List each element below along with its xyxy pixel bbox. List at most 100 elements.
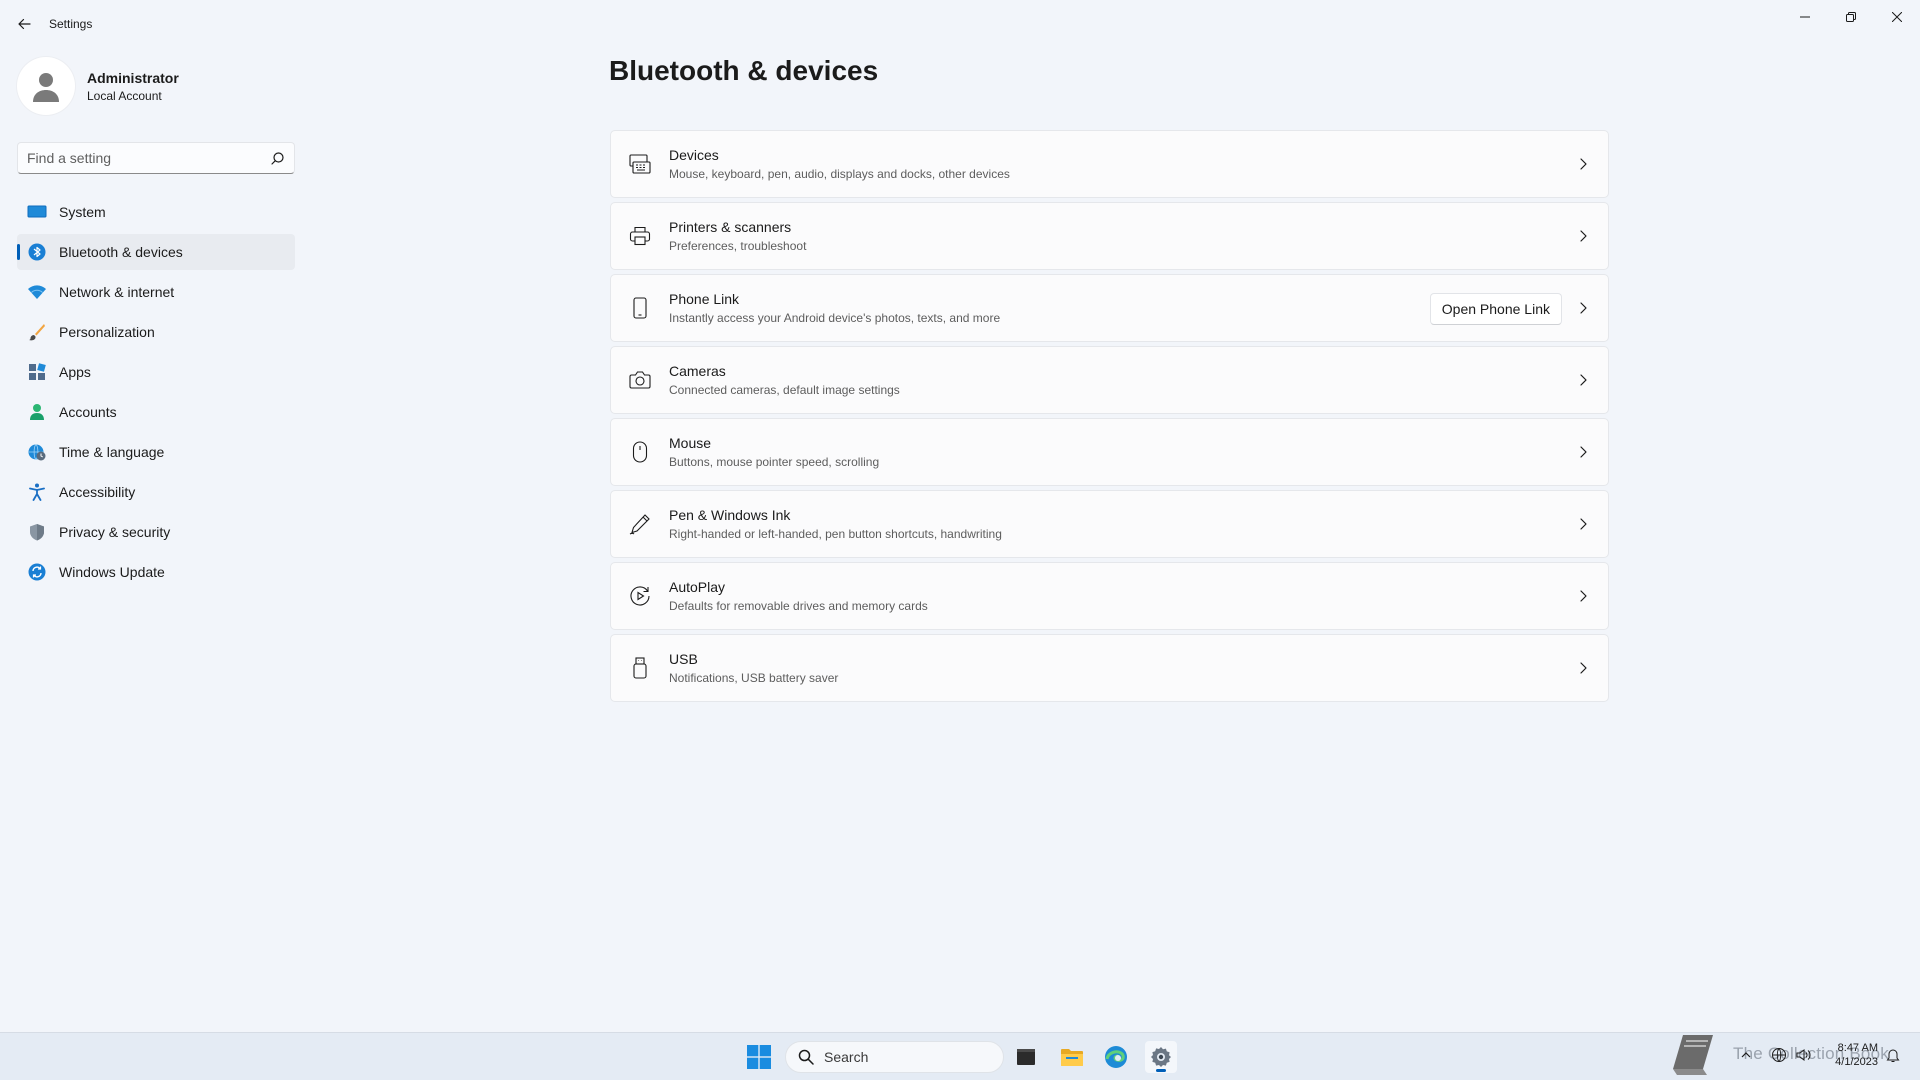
sidebar-item-accessibility[interactable]: Accessibility — [17, 474, 295, 510]
running-indicator — [1156, 1069, 1166, 1072]
pen-icon — [628, 512, 652, 536]
volume-icon[interactable] — [1795, 1047, 1811, 1063]
sidebar-item-time-language[interactable]: Time & language — [17, 434, 295, 470]
sidebar-item-label: Network & internet — [59, 284, 175, 300]
devices-icon — [628, 152, 652, 176]
card-devices[interactable]: Devices Mouse, keyboard, pen, audio, dis… — [610, 130, 1609, 198]
start-icon — [747, 1045, 771, 1069]
card-phone-link[interactable]: Phone Link Instantly access your Android… — [610, 274, 1609, 342]
sidebar-item-label: Time & language — [59, 444, 165, 460]
chevron-right-icon — [1580, 158, 1587, 170]
card-autoplay[interactable]: AutoPlay Defaults for removable drives a… — [610, 562, 1609, 630]
shield-icon — [27, 522, 47, 542]
chevron-right-icon — [1580, 302, 1587, 314]
window-title: Settings — [49, 17, 93, 31]
close-icon — [1892, 12, 1902, 22]
card-title: Mouse — [669, 435, 712, 451]
sidebar-item-apps[interactable]: Apps — [17, 354, 295, 390]
update-icon — [27, 562, 47, 582]
taskbar-terminal[interactable] — [1010, 1041, 1042, 1073]
chevron-right-icon — [1580, 518, 1587, 530]
taskbar-file-explorer[interactable] — [1056, 1041, 1088, 1073]
card-title: Devices — [669, 147, 719, 163]
chevron-right-icon — [1580, 374, 1587, 386]
start-button[interactable] — [747, 1045, 771, 1069]
back-button[interactable] — [12, 12, 36, 36]
sidebar-item-personalization[interactable]: Personalization — [17, 314, 295, 350]
sidebar-item-label: Apps — [59, 364, 91, 380]
sidebar-item-network-internet[interactable]: Network & internet — [17, 274, 295, 310]
card-description: Mouse, keyboard, pen, audio, displays an… — [669, 167, 1010, 181]
sidebar-item-label: Personalization — [59, 324, 155, 340]
terminal-icon — [1017, 1049, 1035, 1065]
notification-icon[interactable] — [1885, 1047, 1901, 1063]
taskbar-search[interactable]: Search — [785, 1041, 1004, 1073]
globe-clock-icon — [27, 442, 47, 462]
clock-time: 8:47 AM — [1837, 1042, 1878, 1054]
chevron-right-icon — [1580, 446, 1587, 458]
usb-icon — [628, 656, 652, 680]
minimize-button[interactable] — [1782, 4, 1828, 30]
network-globe-icon[interactable] — [1771, 1047, 1787, 1063]
restore-icon — [1846, 12, 1856, 22]
card-title: AutoPlay — [669, 579, 726, 595]
profile-name: Administrator — [87, 69, 179, 86]
chevron-up-icon[interactable] — [1738, 1047, 1754, 1063]
chevron-right-icon — [1580, 230, 1587, 242]
sidebar-item-label: System — [59, 204, 106, 220]
search-icon[interactable] — [271, 152, 284, 165]
sidebar-item-accounts[interactable]: Accounts — [17, 394, 295, 430]
clock-date: 4/1/2023 — [1835, 1056, 1878, 1068]
minimize-icon — [1800, 16, 1810, 18]
search-input[interactable] — [18, 143, 294, 173]
close-button[interactable] — [1874, 4, 1920, 30]
card-description: Notifications, USB battery saver — [669, 671, 839, 685]
sidebar-item-label: Accounts — [59, 404, 117, 420]
person-icon — [27, 402, 47, 422]
card-description: Defaults for removable drives and memory… — [669, 599, 928, 613]
sidebar-item-bluetooth-devices[interactable]: Bluetooth & devices — [17, 234, 295, 270]
edge-icon — [1105, 1046, 1127, 1068]
taskbar-clock[interactable]: 8:47 AM 4/1/2023 — [1824, 1041, 1878, 1069]
taskbar-settings[interactable] — [1145, 1041, 1177, 1073]
file-explorer-icon — [1061, 1049, 1083, 1066]
chevron-right-icon — [1580, 662, 1587, 674]
brush-icon — [27, 322, 47, 342]
sidebar-nav: System Bluetooth & devices Network & int… — [17, 194, 295, 594]
sidebar-item-privacy-security[interactable]: Privacy & security — [17, 514, 295, 550]
bluetooth-icon — [27, 242, 47, 262]
restore-button[interactable] — [1828, 4, 1874, 30]
taskbar-edge[interactable] — [1100, 1041, 1132, 1073]
wifi-icon — [27, 282, 47, 302]
open-phone-link-button[interactable]: Open Phone Link — [1429, 293, 1562, 325]
search-icon — [798, 1049, 814, 1065]
user-profile[interactable]: Administrator Local Account — [17, 57, 179, 115]
card-title: Pen & Windows Ink — [669, 507, 791, 523]
taskbar: Search — [0, 1032, 1920, 1080]
sidebar-item-windows-update[interactable]: Windows Update — [17, 554, 295, 590]
avatar — [17, 57, 75, 115]
sidebar-item-system[interactable]: System — [17, 194, 295, 230]
card-usb[interactable]: USB Notifications, USB battery saver — [610, 634, 1609, 702]
accessibility-icon — [27, 482, 47, 502]
card-title: Phone Link — [669, 291, 740, 307]
card-description: Instantly access your Android device's p… — [669, 311, 1001, 325]
card-pen-windows-ink[interactable]: Pen & Windows Ink Right-handed or left-h… — [610, 490, 1609, 558]
sidebar-item-label: Windows Update — [59, 564, 165, 580]
settings-icon — [1151, 1047, 1171, 1067]
chevron-right-icon — [1580, 590, 1587, 602]
card-cameras[interactable]: Cameras Connected cameras, default image… — [610, 346, 1609, 414]
page-title: Bluetooth & devices — [609, 55, 879, 86]
card-mouse[interactable]: Mouse Buttons, mouse pointer speed, scro… — [610, 418, 1609, 486]
settings-card-list: Devices Mouse, keyboard, pen, audio, dis… — [610, 130, 1609, 706]
printer-icon — [628, 224, 652, 248]
apps-icon — [27, 362, 47, 382]
back-arrow-icon — [18, 18, 31, 30]
title-bar: Settings — [0, 0, 1920, 48]
card-printers-scanners[interactable]: Printers & scanners Preferences, trouble… — [610, 202, 1609, 270]
camera-icon — [628, 368, 652, 392]
profile-account-type: Local Account — [87, 88, 162, 103]
card-title: Cameras — [669, 363, 726, 379]
autoplay-icon — [628, 584, 652, 608]
taskbar-search-label: Search — [824, 1049, 869, 1065]
